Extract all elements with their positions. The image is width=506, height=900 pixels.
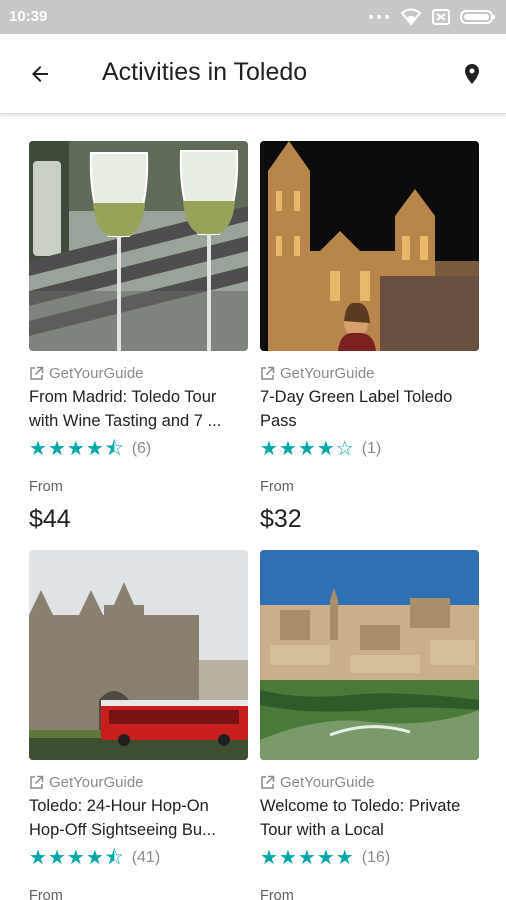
price: $44	[29, 505, 71, 533]
star-half-icon: ⯪	[104, 438, 124, 460]
review-count: (1)	[361, 440, 382, 457]
star-icon: ★	[297, 438, 316, 460]
map-button[interactable]	[454, 56, 490, 92]
rating: ★ ★ ★ ★ ⯪ (41)	[29, 847, 160, 869]
back-button[interactable]	[20, 56, 60, 92]
status-bar: 10:39	[0, 0, 506, 34]
star-icon: ★	[278, 847, 297, 869]
star-icon: ★	[85, 438, 104, 460]
activity-image-cathedral	[260, 141, 479, 351]
provider-row: GetYourGuide	[29, 363, 144, 383]
star-icon: ★	[316, 438, 335, 460]
price: $32	[260, 505, 302, 533]
activity-title: Welcome to Toledo: Private Tour with a L…	[260, 797, 461, 839]
star-icon: ★	[29, 438, 47, 460]
status-icons	[368, 7, 496, 27]
from-label: From	[29, 888, 63, 900]
activity-image-wine	[29, 141, 248, 351]
star-icon: ★	[260, 438, 278, 460]
star-icon: ★	[297, 847, 316, 869]
sim-icon	[432, 9, 450, 25]
activities-grid: GetYourGuide From Madrid: Toledo Tour wi…	[0, 114, 506, 900]
star-icon: ★	[66, 438, 85, 460]
provider-name: GetYourGuide	[49, 773, 144, 791]
app-bar: Activities in Toledo	[0, 34, 506, 114]
external-link-icon	[261, 366, 275, 380]
star-icon: ★	[260, 847, 278, 869]
from-label: From	[29, 479, 63, 495]
provider-row: GetYourGuide	[260, 772, 375, 792]
from-label: From	[260, 479, 294, 495]
activity-card[interactable]: GetYourGuide Toledo: 24-Hour Hop-On Hop-…	[29, 550, 248, 900]
star-icon: ★	[47, 847, 66, 869]
rating: ★ ★ ★ ★ ★ (16)	[260, 847, 390, 869]
review-count: (41)	[131, 849, 161, 866]
star-icon: ★	[66, 847, 85, 869]
star-icon: ★	[85, 847, 104, 869]
provider-name: GetYourGuide	[49, 364, 144, 382]
activity-card[interactable]: GetYourGuide Welcome to Toledo: Private …	[260, 550, 479, 900]
provider-name: GetYourGuide	[280, 773, 375, 791]
star-half-icon: ⯪	[104, 847, 124, 869]
provider-row: GetYourGuide	[29, 772, 144, 792]
activity-title: From Madrid: Toledo Tour with Wine Tasti…	[29, 388, 222, 430]
page-title: Activities in Toledo	[102, 58, 308, 86]
activity-card[interactable]: GetYourGuide 7-Day Green Label Toledo Pa…	[260, 141, 479, 533]
rating: ★ ★ ★ ★ ⯪ (6)	[29, 438, 151, 460]
star-icon: ★	[278, 438, 297, 460]
review-count: (16)	[361, 849, 391, 866]
battery-icon	[460, 10, 495, 24]
star-icon: ★	[316, 847, 335, 869]
wifi-icon	[400, 8, 422, 26]
status-time: 10:39	[9, 8, 48, 25]
provider-name: GetYourGuide	[280, 364, 375, 382]
back-arrow-icon	[32, 66, 48, 82]
rating: ★ ★ ★ ★ ☆ (1)	[260, 438, 381, 460]
activity-image-city	[260, 550, 479, 760]
external-link-icon	[30, 366, 44, 380]
review-count: (6)	[131, 440, 152, 457]
activity-title: Toledo: 24-Hour Hop-On Hop-Off Sightseei…	[29, 797, 216, 839]
star-icon: ★	[29, 847, 47, 869]
activity-image-bus	[29, 550, 248, 760]
map-pin-icon	[465, 64, 479, 84]
star-icon: ★	[47, 438, 66, 460]
star-empty-icon: ☆	[335, 438, 354, 460]
activity-title: 7-Day Green Label Toledo Pass	[260, 388, 453, 430]
from-label: From	[260, 888, 294, 900]
provider-row: GetYourGuide	[260, 363, 375, 383]
star-icon: ★	[335, 847, 354, 869]
external-link-icon	[30, 775, 44, 789]
external-link-icon	[261, 775, 275, 789]
activity-card[interactable]: GetYourGuide From Madrid: Toledo Tour wi…	[29, 141, 248, 533]
signal-icon	[369, 15, 389, 19]
